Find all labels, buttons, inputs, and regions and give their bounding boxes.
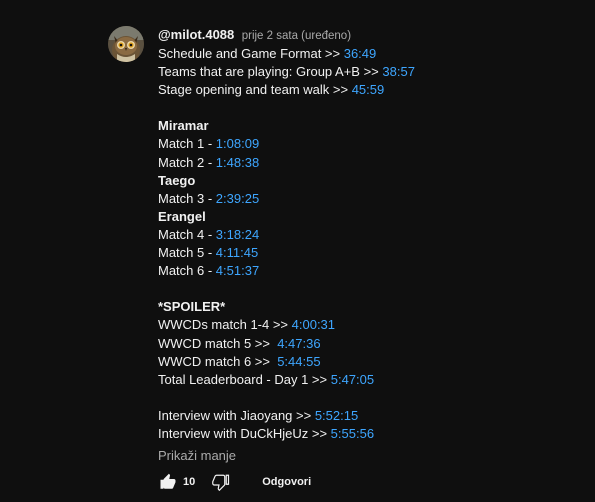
timestamp-link[interactable]: 4:00:31 (292, 317, 335, 332)
comment-actions: 10 Odgovori (158, 471, 311, 493)
timestamp-link[interactable]: 4:11:45 (216, 245, 258, 260)
owl-avatar-image (108, 26, 144, 62)
comment-line: Match 2 - 1:48:38 (158, 154, 578, 172)
comment-line: WWCDs match 1-4 >> 4:00:31 (158, 316, 578, 334)
timestamp-link[interactable]: 36:49 (344, 46, 377, 61)
line-text: Interview with DuCkHjeUz >> (158, 425, 331, 441)
timestamp-link[interactable]: 38:57 (382, 64, 415, 79)
timestamp-link[interactable]: 2:39:25 (216, 191, 259, 206)
line-text: Erangel (158, 208, 206, 224)
like-button[interactable] (158, 472, 178, 492)
like-count: 10 (183, 476, 196, 488)
comment-line: Interview with Jiaoyang >> 5:52:15 (158, 407, 578, 425)
comment-line: Match 1 - 1:08:09 (158, 135, 578, 153)
line-text: Schedule and Game Format >> (158, 46, 344, 61)
line-text: Stage opening and team walk >> (158, 82, 352, 98)
comment-body: @milot.4088 prije 2 sata (uređeno) Sched… (158, 26, 578, 465)
comment-time[interactable]: prije 2 sata (uređeno) (242, 30, 351, 42)
comment-heading: *SPOILER* (158, 298, 578, 316)
line-text: Miramar (158, 118, 209, 134)
timestamp-link[interactable]: 1:08:09 (216, 136, 259, 151)
comment-heading: Taego (158, 172, 578, 190)
thumbs-down-icon (212, 474, 230, 491)
author-name[interactable]: @milot.4088 (158, 27, 234, 42)
line-text: WWCD match 6 >> (158, 353, 278, 369)
comment-line: Stage opening and team walk >> 45:59 (158, 81, 578, 99)
comment-line: Match 4 - 3:18:24 (158, 226, 578, 244)
line-text: WWCD match 5 >> (158, 335, 278, 351)
comment-line: Total Leaderboard - Day 1 >> 5:47:05 (158, 371, 578, 389)
thumbs-up-icon (160, 473, 176, 489)
comment-heading: Miramar (158, 117, 578, 135)
comment-line: Match 3 - 2:39:25 (158, 190, 578, 208)
line-text: WWCDs match 1-4 >> (158, 317, 292, 333)
timestamp-link[interactable]: 5:55:56 (331, 426, 374, 441)
line-text: Interview with Jiaoyang >> (158, 407, 315, 423)
comment-text: Schedule and Game Format >> 36:49 Teams t… (158, 45, 578, 443)
line-text: Match 4 - (158, 226, 216, 242)
timestamp-link[interactable]: 5:44:55 (277, 354, 320, 369)
comment-line: Teams that are playing: Group A+B >> 38:… (158, 63, 578, 81)
author-avatar[interactable] (108, 26, 144, 62)
comment-line: Schedule and Game Format >> 36:49 (158, 45, 578, 63)
line-text: Match 2 - (158, 154, 216, 170)
comment-header: @milot.4088 prije 2 sata (uređeno) (158, 26, 578, 44)
comment-line: Match 6 - 4:51:37 (158, 262, 578, 280)
show-less-button[interactable]: Prikaži manje (158, 447, 236, 465)
timestamp-link[interactable]: 45:59 (352, 82, 385, 97)
comment-line: WWCD match 6 >> 5:44:55 (158, 353, 578, 371)
line-text: Match 1 - (158, 136, 216, 152)
line-text: Teams that are playing: Group A+B >> (158, 64, 383, 80)
timestamp-link[interactable]: 5:52:15 (315, 408, 358, 423)
line-text: Match 3 - (158, 190, 216, 206)
reply-button[interactable]: Odgovori (262, 476, 311, 488)
comment-line: Interview with DuCkHjeUz >> 5:55:56 (158, 425, 578, 443)
comment-line: WWCD match 5 >> 4:47:36 (158, 335, 578, 353)
timestamp-link[interactable]: 3:18:24 (216, 227, 259, 242)
line-text: Taego (158, 172, 196, 188)
line-text: Match 5 - (158, 245, 216, 261)
dislike-button[interactable] (211, 472, 231, 492)
timestamp-link[interactable]: 4:51:37 (216, 263, 259, 278)
comment-line: Match 5 - 4:11:45 (158, 244, 578, 262)
line-text: *SPOILER* (158, 299, 226, 315)
timestamp-link[interactable]: 4:47:36 (277, 336, 320, 351)
line-text: Match 6 - (158, 263, 216, 279)
comment-heading: Erangel (158, 208, 578, 226)
timestamp-link[interactable]: 1:48:38 (216, 155, 259, 170)
timestamp-link[interactable]: 5:47:05 (331, 372, 374, 387)
line-text: Total Leaderboard - Day 1 >> (158, 371, 331, 387)
